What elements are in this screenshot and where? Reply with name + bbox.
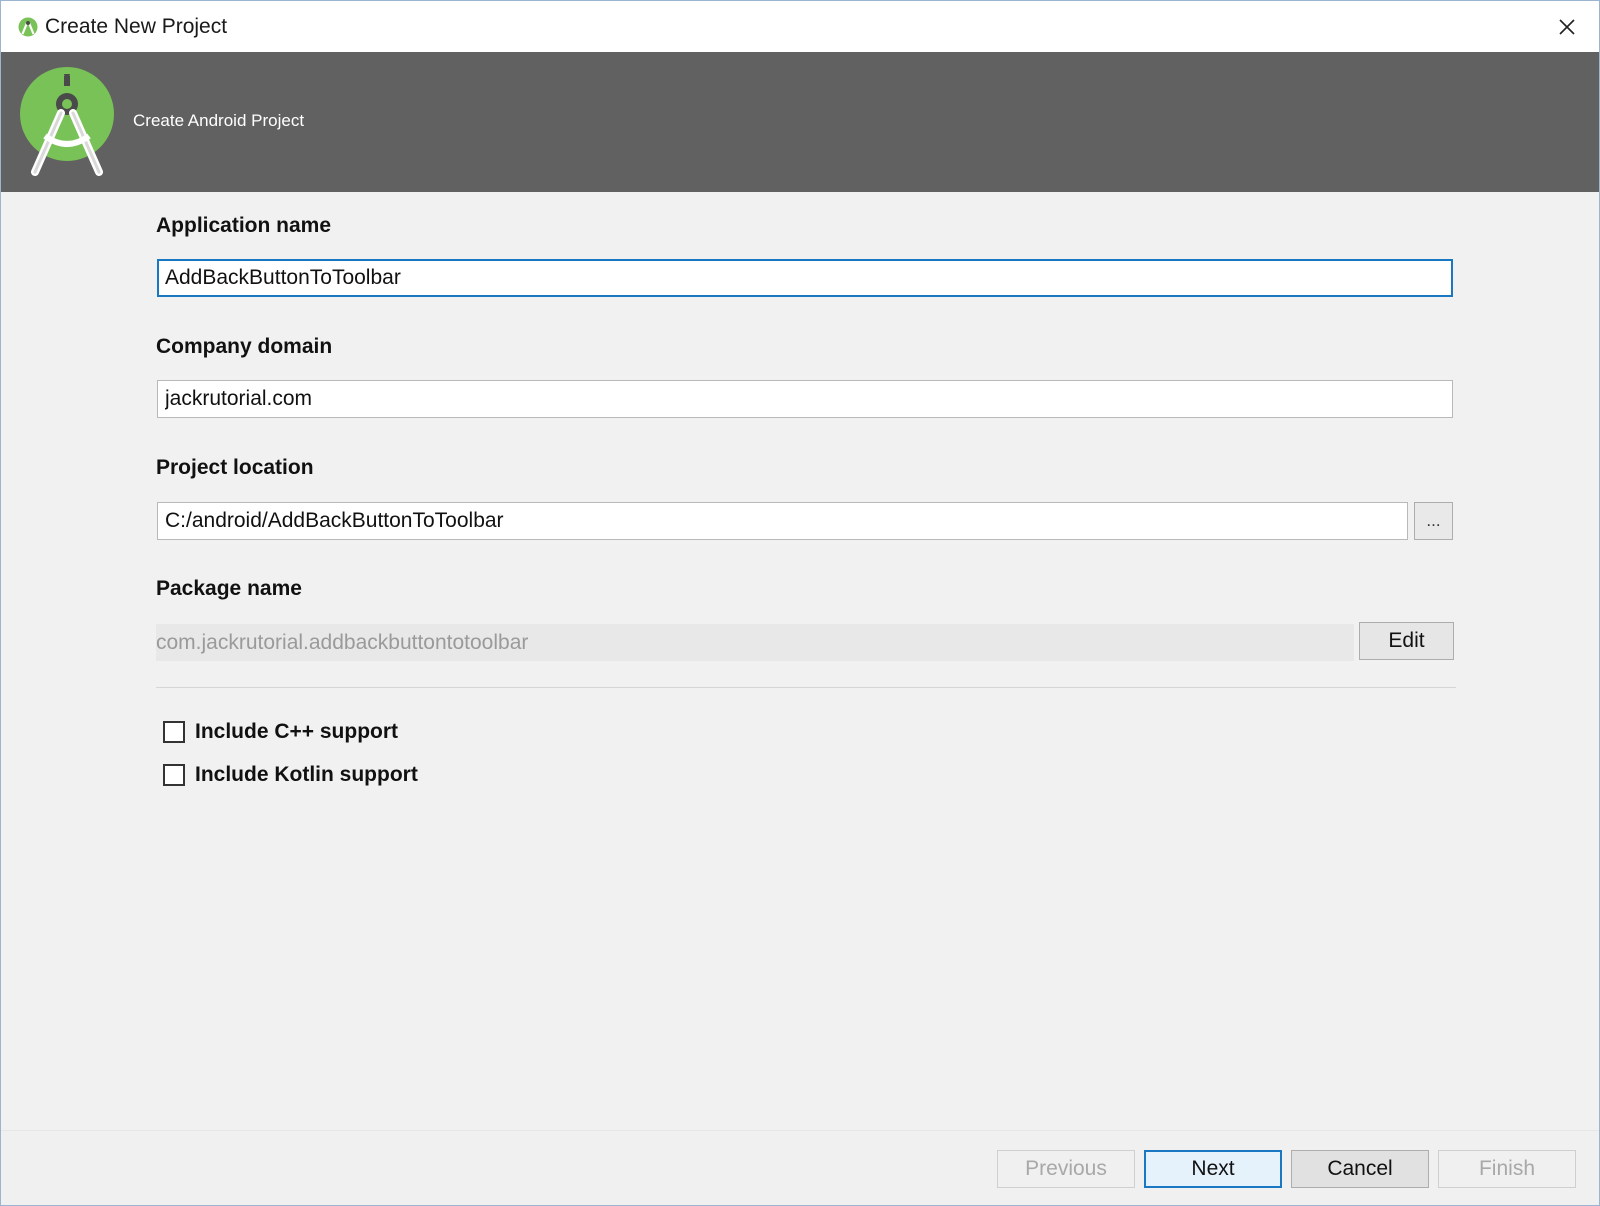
package-name-value: com.jackrutorial.addbackbuttontotoolbar [156, 624, 1354, 661]
window-title: Create New Project [45, 15, 228, 38]
android-studio-icon [18, 17, 38, 37]
kotlin-support-label: Include Kotlin support [195, 763, 418, 786]
cpp-support-label: Include C++ support [195, 720, 399, 743]
application-name-input[interactable] [157, 259, 1453, 297]
previous-button[interactable]: Previous [997, 1150, 1135, 1188]
header-banner: Create Android Project [1, 52, 1599, 192]
finish-button[interactable]: Finish [1438, 1150, 1576, 1188]
company-domain-label: Company domain [156, 335, 333, 358]
android-studio-logo [20, 67, 114, 176]
close-button[interactable] [1535, 1, 1599, 52]
create-project-dialog: Create New Project Create Android Projec… [0, 0, 1600, 1206]
kotlin-support-option[interactable]: Include Kotlin support [163, 763, 418, 787]
close-icon [1559, 18, 1575, 35]
title-bar: Create New Project [1, 1, 1599, 52]
project-location-input[interactable] [157, 502, 1408, 540]
edit-package-button[interactable]: Edit [1359, 622, 1454, 660]
package-name-label: Package name [156, 577, 302, 600]
application-name-label: Application name [156, 214, 332, 237]
banner-subtitle: Create Android Project [133, 111, 305, 130]
dialog-footer: Previous Next Cancel Finish [1, 1130, 1599, 1205]
company-domain-input[interactable] [157, 380, 1453, 418]
divider [156, 687, 1456, 688]
cpp-support-option[interactable]: Include C++ support [163, 720, 398, 744]
cancel-button[interactable]: Cancel [1291, 1150, 1429, 1188]
next-button[interactable]: Next [1144, 1150, 1282, 1188]
kotlin-support-checkbox[interactable] [163, 764, 185, 786]
project-location-label: Project location [156, 456, 314, 479]
cpp-support-checkbox[interactable] [163, 721, 185, 743]
browse-location-button[interactable]: ... [1414, 502, 1453, 540]
project-form: Application name Company domain Project … [1, 192, 1599, 1132]
